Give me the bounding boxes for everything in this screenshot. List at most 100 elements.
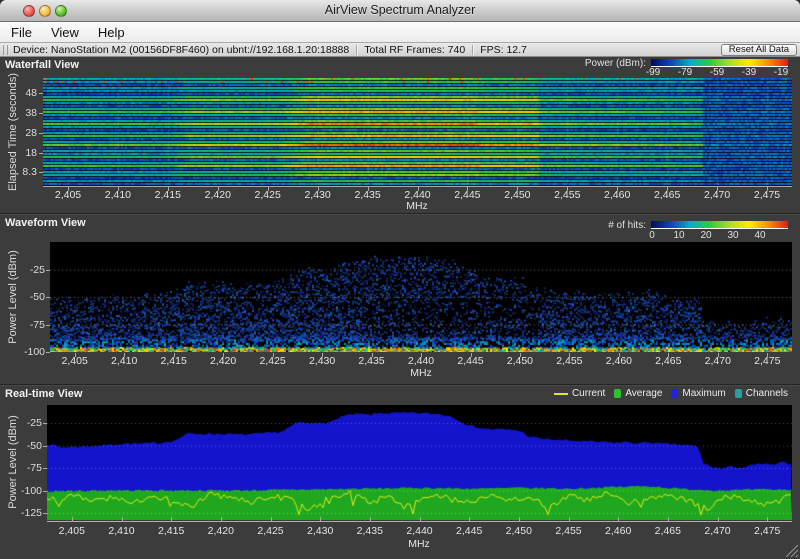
reset-all-data-button[interactable]: Reset All Data — [721, 44, 797, 56]
realtime-legend: CurrentAverageMaximumChannels — [554, 388, 788, 399]
x-tick-mark — [320, 517, 321, 521]
waterfall-y-tick-label: 38 — [5, 107, 37, 119]
x-tick-label: 2,425 — [249, 525, 293, 537]
hits-colorbar-tick-label: 10 — [665, 230, 693, 241]
x-tick-mark — [72, 517, 73, 521]
realtime-y-tick-label: -125 — [10, 507, 42, 519]
x-tick-label: 2,415 — [149, 525, 193, 537]
waterfall-y-tick-mark — [39, 153, 43, 154]
realtime-y-tick-label: -50 — [10, 440, 42, 452]
x-tick-mark — [767, 517, 768, 521]
x-tick-label: 2,455 — [547, 355, 591, 367]
panel-divider — [0, 385, 800, 386]
x-tick-label: 2,415 — [146, 189, 190, 201]
waterfall-y-tick-mark — [39, 172, 43, 173]
x-tick-label: 2,425 — [251, 355, 295, 367]
power-colorbar-tick-label: -59 — [703, 67, 731, 78]
x-tick-mark — [618, 517, 619, 521]
x-tick-mark — [370, 517, 371, 521]
waveform-plot-area — [50, 242, 792, 352]
x-tick-label: 2,470 — [696, 355, 740, 367]
realtime-y-tick-mark — [43, 491, 47, 492]
waveform-y-tick-label: -75 — [13, 319, 45, 331]
x-tick-label: 2,420 — [199, 525, 243, 537]
x-tick-label: 2,410 — [96, 189, 140, 201]
x-tick-label: 2,450 — [497, 525, 541, 537]
legend-item-average: Average — [614, 388, 662, 399]
menu-view[interactable]: View — [48, 24, 82, 41]
app-window: AirView Spectrum Analyzer File View Help… — [0, 0, 800, 559]
status-bar: Device: NanoStation M2 (00156DF8F460) on… — [0, 43, 800, 57]
x-tick-label: 2,475 — [745, 525, 789, 537]
power-colorbar-tick-label: -79 — [671, 67, 699, 78]
x-tick-label: 2,440 — [398, 525, 442, 537]
rf-frames-status: Total RF Frames: 740 — [364, 44, 465, 56]
x-tick-mark — [221, 517, 222, 521]
x-tick-label: 2,445 — [449, 355, 493, 367]
realtime-panel-title: Real-time View — [5, 388, 82, 400]
x-tick-label: 2,435 — [346, 189, 390, 201]
x-tick-label: 2,460 — [597, 355, 641, 367]
waterfall-y-tick-label: 28 — [5, 127, 37, 139]
hits-colorbar-label: # of hits: — [556, 220, 646, 231]
waterfall-y-tick-label: 18 — [5, 147, 37, 159]
title-bar: AirView Spectrum Analyzer — [0, 0, 800, 22]
x-tick-label: 2,430 — [298, 525, 342, 537]
x-tick-mark — [271, 517, 272, 521]
x-tick-mark — [420, 517, 421, 521]
hits-colorbar-tick-label: 20 — [692, 230, 720, 241]
x-tick-label: 2,450 — [498, 355, 542, 367]
x-tick-mark — [519, 517, 520, 521]
hits-colorbar — [651, 221, 788, 229]
waterfall-plot-area — [43, 78, 792, 186]
waveform-y-tick-label: -100 — [13, 346, 45, 358]
realtime-spectrum-canvas — [47, 405, 792, 520]
device-status: Device: NanoStation M2 (00156DF8F460) on… — [13, 44, 349, 56]
power-colorbar-tick-label: -19 — [767, 67, 795, 78]
x-tick-label: 2,425 — [246, 189, 290, 201]
resize-grip[interactable] — [782, 541, 798, 557]
x-tick-label: 2,475 — [745, 355, 789, 367]
hits-colorbar-tick-label: 0 — [638, 230, 666, 241]
menu-file[interactable]: File — [8, 24, 35, 41]
waveform-histogram-canvas — [50, 242, 792, 352]
x-tick-label: 2,435 — [348, 525, 392, 537]
x-tick-label: 2,460 — [596, 525, 640, 537]
hits-colorbar-tick-label: 30 — [719, 230, 747, 241]
hits-colorbar-tick-label: 40 — [746, 230, 774, 241]
waterfall-y-tick-mark — [39, 113, 43, 114]
x-tick-label: 2,445 — [445, 189, 489, 201]
x-tick-label: 2,455 — [547, 525, 591, 537]
x-tick-label: 2,420 — [196, 189, 240, 201]
x-tick-label: 2,470 — [696, 525, 740, 537]
power-colorbar-label: Power (dBm): — [556, 58, 646, 69]
waveform-y-tick-label: -25 — [13, 264, 45, 276]
x-tick-label: 2,465 — [646, 355, 690, 367]
realtime-x-unit-label: MHz — [399, 538, 439, 550]
x-tick-label: 2,455 — [545, 189, 589, 201]
x-tick-mark — [171, 517, 172, 521]
fps-status: FPS: 12.7 — [480, 44, 527, 56]
x-tick-mark — [569, 517, 570, 521]
x-tick-label: 2,405 — [50, 525, 94, 537]
realtime-plot-area — [47, 405, 792, 520]
realtime-y-tick-label: -100 — [10, 485, 42, 497]
panel-divider — [0, 214, 800, 215]
menu-bar: File View Help — [0, 22, 800, 43]
maximum-marker-icon — [671, 389, 678, 398]
x-tick-label: 2,420 — [201, 355, 245, 367]
realtime-y-tick-label: -25 — [10, 417, 42, 429]
x-tick-label: 2,470 — [695, 189, 739, 201]
realtime-x-axis — [47, 521, 792, 522]
x-tick-label: 2,405 — [53, 355, 97, 367]
x-tick-label: 2,465 — [646, 525, 690, 537]
realtime-y-tick-mark — [43, 468, 47, 469]
power-colorbar-tick-label: -39 — [735, 67, 763, 78]
legend-item-current: Current — [554, 388, 605, 399]
waveform-y-tick-label: -50 — [13, 291, 45, 303]
realtime-y-tick-label: -75 — [10, 462, 42, 474]
x-tick-mark — [718, 517, 719, 521]
current-marker-icon — [554, 393, 568, 395]
menu-help[interactable]: Help — [95, 24, 128, 41]
waveform-panel-title: Waveform View — [5, 217, 86, 229]
